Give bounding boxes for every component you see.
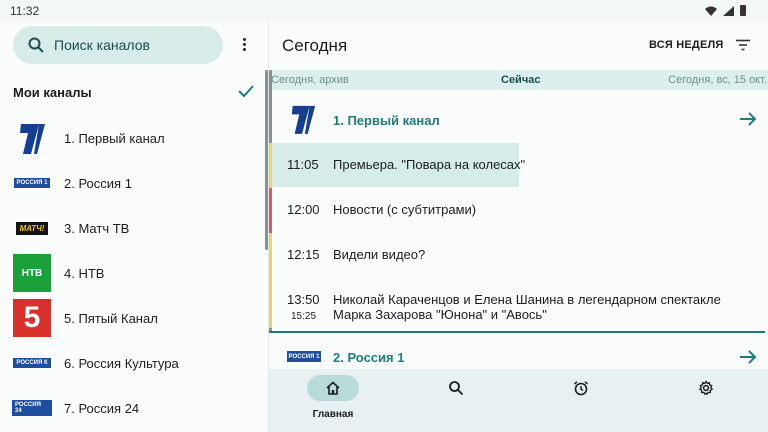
first-channel-logo: [12, 118, 52, 158]
program-row[interactable]: 11:05 Премьера. "Повара на колесах": [269, 143, 768, 188]
program-title: Видели видео?: [333, 247, 426, 262]
arrow-right-icon[interactable]: [739, 350, 757, 364]
status-bar: 11:32: [0, 0, 768, 22]
channel-name: 3. Матч ТВ: [64, 221, 130, 236]
channel-name: 1. Первый канал: [64, 131, 165, 146]
channels-panel: Поиск каналов Мои каналы 1. Первый канал…: [0, 22, 268, 432]
ntv-logo: НТВ: [12, 253, 52, 293]
battery-icon: [740, 5, 746, 16]
program-row[interactable]: 13:50 15:25 Николай Караченцов и Елена Ш…: [269, 278, 768, 330]
channel-row[interactable]: НТВ 4. НТВ: [0, 251, 268, 296]
more-menu-icon[interactable]: [242, 38, 246, 54]
channel-header[interactable]: РОССИЯ 1 2. Россия 1: [269, 344, 768, 370]
channel5-logo: 5: [12, 298, 52, 338]
channel-name: 7. Россия 24: [64, 401, 140, 416]
nav-settings-pill[interactable]: [680, 375, 732, 401]
program-time: 11:05: [287, 157, 319, 172]
channel-name: 5. Пятый Канал: [64, 311, 158, 326]
channel-list: 1. Первый канал РОССИЯ 1 2. Россия 1 МАТ…: [0, 116, 268, 431]
russia1-logo: РОССИЯ 1: [12, 163, 52, 203]
channel-name: 2. Россия 1: [64, 176, 132, 191]
wifi-icon: [705, 6, 717, 16]
channel-row[interactable]: РОССИЯ 1 2. Россия 1: [0, 161, 268, 206]
page-title: Сегодня: [282, 36, 348, 55]
filter-icon[interactable]: [735, 39, 751, 51]
first-channel-logo: [291, 105, 316, 134]
nav-search[interactable]: [422, 375, 482, 425]
search-icon: [449, 381, 464, 396]
nav-home[interactable]: Главная: [299, 375, 359, 425]
channel-name: 4. НТВ: [64, 266, 105, 281]
bottom-navigation: Главная: [269, 369, 768, 432]
program-title: Николай Караченцов и Елена Шанина в леге…: [333, 292, 721, 322]
timeline-archive[interactable]: Сегодня, архив: [271, 74, 349, 86]
status-time: 11:32: [10, 4, 40, 18]
program-time: 12:15: [287, 247, 320, 262]
program-color-bar: [269, 188, 272, 233]
program-color-bar: [269, 278, 272, 328]
program-row[interactable]: 12:00 Новости (с субтитрами): [269, 188, 768, 233]
program-color-bar: [269, 233, 272, 278]
alarm-icon: [574, 381, 588, 396]
timeline-now[interactable]: Сейчас: [501, 74, 540, 86]
current-time-divider: [269, 331, 765, 333]
status-icons: [705, 5, 746, 16]
program-title: Премьера. "Повара на колесах": [333, 157, 526, 172]
russia1-logo: РОССИЯ 1: [287, 351, 321, 362]
program-row[interactable]: 12:15 Видели видео?: [269, 233, 768, 278]
channel-row[interactable]: МАТЧ! 3. Матч ТВ: [0, 206, 268, 251]
nav-alarm[interactable]: [547, 375, 607, 425]
settings-icon: [698, 380, 714, 396]
nav-search-pill[interactable]: [430, 375, 482, 401]
channel-name: 6. Россия Культура: [64, 356, 179, 371]
search-placeholder: Поиск каналов: [54, 37, 150, 53]
nav-alarm-pill[interactable]: [555, 375, 607, 401]
russia24-logo: РОССИЯ 24: [12, 388, 52, 428]
program-time: 13:50: [287, 292, 320, 307]
channel-header[interactable]: 1. Первый канал: [269, 95, 768, 143]
week-button[interactable]: ВСЯ НЕДЕЛЯ: [649, 39, 724, 51]
program-end-time: 15:25: [291, 311, 317, 322]
program-title: Новости (с субтитрами): [333, 202, 477, 217]
timeline-bar[interactable]: Сегодня, архив Сейчас Сегодня, вс, 15 ок…: [269, 70, 768, 90]
channel-row[interactable]: 1. Первый канал: [0, 116, 268, 161]
home-icon: [326, 381, 340, 395]
arrow-right-icon[interactable]: [739, 112, 757, 126]
channel-row[interactable]: РОССИЯ 24 7. Россия 24: [0, 386, 268, 431]
channel-row[interactable]: 5 5. Пятый Канал: [0, 296, 268, 341]
program-time: 12:00: [287, 202, 320, 217]
search-icon: [28, 37, 44, 53]
schedule-panel: Сегодня ВСЯ НЕДЕЛЯ Сегодня, архив Сейчас…: [268, 22, 768, 432]
channel-header-name: 2. Россия 1: [333, 350, 405, 365]
nav-settings[interactable]: [672, 375, 732, 425]
check-icon[interactable]: [237, 83, 255, 99]
my-channels-title: Мои каналы: [13, 85, 92, 100]
signal-icon: [723, 5, 734, 16]
nav-home-label: Главная: [312, 409, 354, 420]
timeline-date[interactable]: Сегодня, вс, 15 окт.: [668, 74, 767, 86]
match-tv-logo: МАТЧ!: [12, 208, 52, 248]
channel-header-name: 1. Первый канал: [333, 113, 440, 128]
search-field[interactable]: Поиск каналов: [13, 26, 223, 64]
russia-k-logo: РОССИЯ К: [12, 343, 52, 383]
nav-home-pill[interactable]: [307, 375, 359, 401]
channel-row[interactable]: РОССИЯ К 6. Россия Культура: [0, 341, 268, 386]
